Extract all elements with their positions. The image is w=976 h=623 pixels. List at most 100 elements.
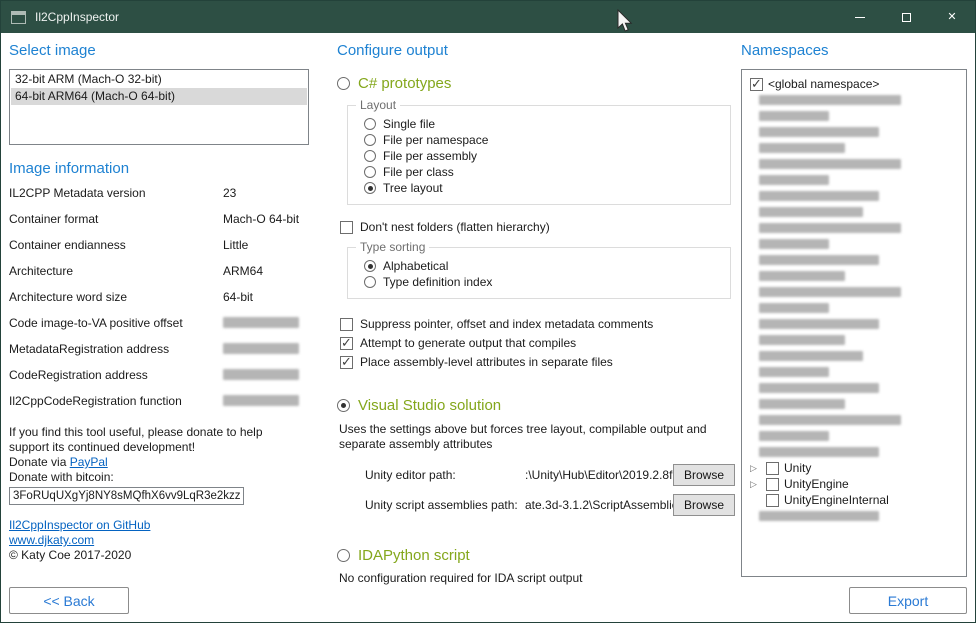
namespace-item[interactable]: ▷ [745,316,963,332]
redacted-namespace [759,335,845,345]
unity-script-assemblies-path-value[interactable]: ate.3d-3.1.2\ScriptAssemblies [525,498,673,512]
image-listbox[interactable]: 32-bit ARM (Mach-O 32-bit) 64-bit ARM64 … [9,69,309,145]
csharp-prototypes-option[interactable]: C# prototypes [337,74,735,93]
browse-editor-path-button[interactable]: Browse [673,464,735,486]
info-row: IL2CPP Metadata version 23 [9,186,309,212]
redacted-namespace [759,351,863,361]
back-button[interactable]: << Back [9,587,129,614]
layout-radio-option[interactable]: Tree layout [364,180,722,196]
namespaces-tree[interactable]: ▷ <global namespace> ▷ ▷ [741,69,967,577]
layout-radio-option[interactable]: File per assembly [364,148,722,164]
namespace-item[interactable]: ▷ UnityEngine [745,476,963,492]
redacted-namespace [759,367,829,377]
radio-icon [364,182,376,194]
namespace-item[interactable]: ▷ [745,412,963,428]
namespace-checkbox[interactable] [766,478,779,491]
window-title: Il2CppInspector [35,10,119,24]
suppress-comments-label: Suppress pointer, offset and index metad… [360,316,653,332]
titlebar[interactable]: Il2CppInspector ✕ [1,1,975,33]
unity-script-assemblies-path-label: Unity script assemblies path: [365,498,525,512]
namespaces-list: ▷ <global namespace> ▷ ▷ [745,76,963,524]
namespace-item[interactable]: ▷ [745,188,963,204]
suppress-comments-checkbox[interactable]: Suppress pointer, offset and index metad… [340,316,735,332]
type-sorting-radio-option[interactable]: Alphabetical [364,258,722,274]
namespace-checkbox[interactable] [766,494,779,507]
namespace-item[interactable]: ▷ [745,220,963,236]
namespace-item[interactable]: ▷ <global namespace> [745,76,963,92]
radio-icon [364,166,376,178]
unity-editor-path-value[interactable]: :\Unity\Hub\Editor\2019.2.8f1 [525,468,673,482]
paypal-link[interactable]: PayPal [70,455,108,469]
namespace-label: Unity [784,460,811,476]
namespace-item[interactable]: ▷ [745,172,963,188]
info-label: Il2CppCodeRegistration function [9,394,223,420]
namespace-item[interactable]: ▷ [745,428,963,444]
info-value: 64-bit [223,290,309,316]
namespace-item[interactable]: ▷ [745,332,963,348]
redacted-namespace [759,287,901,297]
namespace-item[interactable]: ▷ [745,156,963,172]
unity-editor-path-row: Unity editor path: :\Unity\Hub\Editor\20… [365,464,735,486]
namespace-item[interactable]: ▷ [745,508,963,524]
layout-radio-option[interactable]: File per class [364,164,722,180]
namespace-item[interactable]: ▷ [745,124,963,140]
namespace-item[interactable]: ▷ [745,444,963,460]
redacted-namespace [759,223,901,233]
namespace-item[interactable]: ▷ [745,236,963,252]
mouse-cursor [616,9,634,35]
namespace-item[interactable]: ▷ [745,380,963,396]
namespace-item[interactable]: ▷ [745,204,963,220]
info-row: Code image-to-VA positive offset [9,316,309,342]
info-label: CodeRegistration address [9,368,223,394]
namespace-checkbox[interactable] [766,462,779,475]
namespace-item[interactable]: ▷ [745,300,963,316]
bitcoin-label: Donate with bitcoin: [9,470,309,485]
layout-radio-option[interactable]: File per namespace [364,132,722,148]
namespace-item[interactable]: ▷ [745,252,963,268]
idapython-script-option[interactable]: IDAPython script [337,546,735,565]
links-block: Il2CppInspector on GitHub www.djkaty.com… [9,518,309,563]
namespace-item[interactable]: ▷ [745,284,963,300]
image-list-item-label: 64-bit ARM64 (Mach-O 64-bit) [15,89,175,103]
configure-output-panel: Configure output C# prototypes Layout Si… [337,33,735,622]
visual-studio-option[interactable]: Visual Studio solution [337,396,735,415]
namespace-item[interactable]: ▷ [745,364,963,380]
bitcoin-address-field[interactable]: 3FoRUqUXgYj8NY8sMQfhX6vv9LqR3e2kzz [9,487,244,505]
layout-radio-option[interactable]: Single file [364,116,722,132]
redacted-namespace [759,383,879,393]
namespace-item[interactable]: ▷ [745,348,963,364]
github-link[interactable]: Il2CppInspector on GitHub [9,518,150,533]
image-list-item[interactable]: 32-bit ARM (Mach-O 32-bit) [11,71,307,88]
expander-icon[interactable]: ▷ [750,477,757,491]
maximize-button[interactable] [883,1,929,33]
separate-attributes-checkbox[interactable]: Place assembly-level attributes in separ… [340,354,735,370]
namespace-item[interactable]: ▷ [745,140,963,156]
info-row: Container format Mach-O 64-bit [9,212,309,238]
flatten-hierarchy-checkbox[interactable]: Don't nest folders (flatten hierarchy) [340,219,735,235]
radio-option-label: File per namespace [383,133,488,147]
website-link[interactable]: www.djkaty.com [9,533,94,548]
namespace-item[interactable]: ▷ [745,268,963,284]
minimize-button[interactable] [837,1,883,33]
type-sorting-radio-option[interactable]: Type definition index [364,274,722,290]
expander-icon[interactable]: ▷ [750,461,757,475]
redacted-value [223,369,299,380]
info-label: Architecture [9,264,223,290]
close-button[interactable]: ✕ [929,1,975,33]
layout-groupbox-title: Layout [356,98,400,113]
namespace-item[interactable]: ▷ [745,396,963,412]
namespace-item[interactable]: ▷ UnityEngineInternal [745,492,963,508]
copyright: © Katy Coe 2017-2020 [9,548,309,563]
image-list-item[interactable]: 64-bit ARM64 (Mach-O 64-bit) [11,88,307,105]
compilable-output-checkbox[interactable]: Attempt to generate output that compiles [340,335,735,351]
compilable-output-label: Attempt to generate output that compiles [360,335,576,351]
namespace-checkbox[interactable] [750,78,763,91]
checkbox-icon [340,221,353,234]
export-button[interactable]: Export [849,587,967,614]
radio-icon [364,134,376,146]
namespace-item[interactable]: ▷ Unity [745,460,963,476]
browse-script-assemblies-button[interactable]: Browse [673,494,735,516]
namespace-item[interactable]: ▷ [745,108,963,124]
namespace-item[interactable]: ▷ [745,92,963,108]
redacted-namespace [759,127,879,137]
